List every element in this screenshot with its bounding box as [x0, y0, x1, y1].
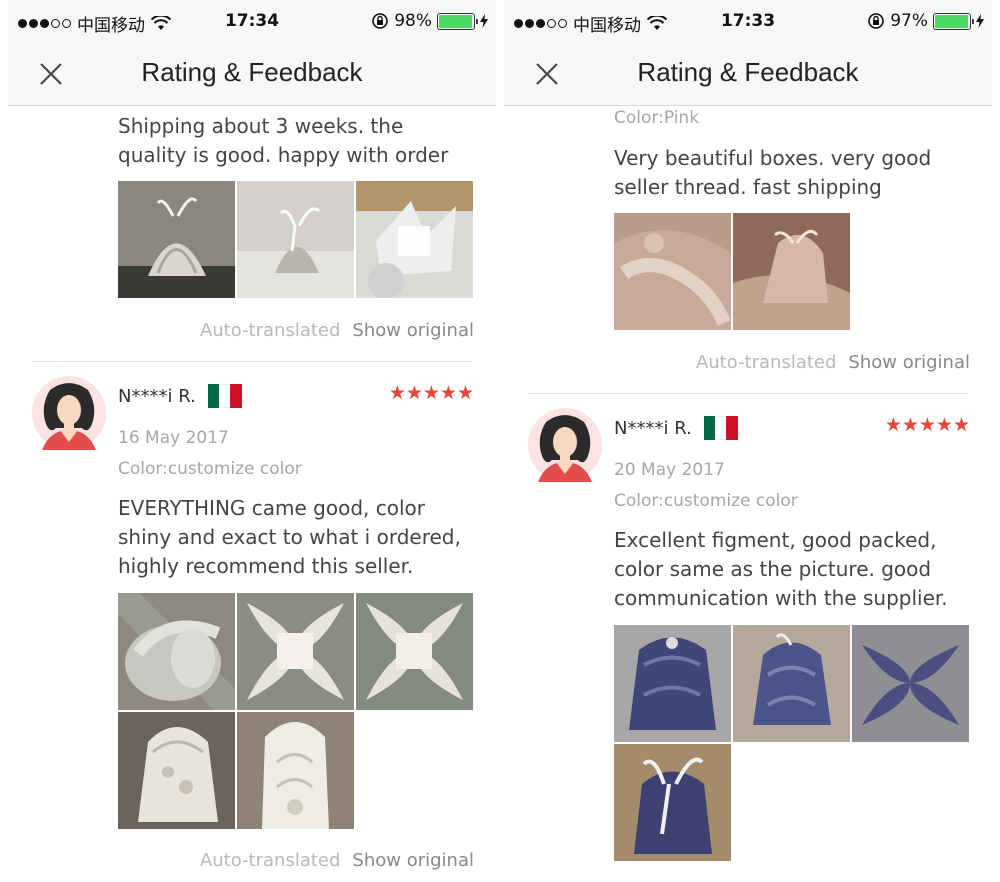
review-photos [118, 181, 473, 298]
translation-bar: Auto-translated Show original [200, 850, 474, 871]
nav-bar: Rating & Feedback [504, 44, 992, 106]
rotation-lock-icon [868, 13, 885, 29]
show-original-link[interactable]: Show original [352, 850, 474, 871]
review-photo[interactable] [852, 625, 969, 742]
auto-translated-label: Auto-translated [199, 850, 341, 871]
status-bar: 中国移动 17:33 97% [504, 0, 992, 44]
review-photo[interactable] [237, 181, 354, 298]
battery-percent: 98% [394, 11, 432, 31]
status-right: 98% [371, 11, 488, 31]
review-photo[interactable] [118, 181, 235, 298]
show-original-link[interactable]: Show original [848, 352, 970, 373]
battery-icon [437, 12, 478, 30]
phone-screen-left: 中国移动 17:34 98% Rating & Feedback Shippin… [8, 0, 496, 882]
star-rating: ★★★★★ [388, 382, 474, 404]
battery-icon [933, 12, 974, 30]
review-photo[interactable] [614, 625, 731, 742]
review-photo[interactable] [733, 625, 850, 742]
mexico-flag-icon [703, 416, 738, 440]
status-bar: 中国移动 17:34 98% [8, 0, 496, 44]
review-color: Color:customize color [614, 491, 798, 511]
review-color: Color:customize color [118, 459, 302, 479]
review-text: Shipping about 3 weeks. the quality is g… [118, 114, 449, 167]
phone-screen-right: 中国移动 17:33 97% Rating & Feedback Color:P… [504, 0, 992, 882]
review-photo[interactable] [237, 712, 354, 829]
avatar [32, 376, 106, 450]
auto-translated-label: Auto-translated [695, 352, 837, 373]
reviewer-name: N****i R. [614, 417, 692, 439]
screens-container: 中国移动 17:34 98% Rating & Feedback Shippin… [0, 0, 1000, 882]
review-photo[interactable] [614, 744, 731, 861]
rotation-lock-icon [372, 13, 389, 29]
review-photos [118, 593, 473, 829]
review-date: 20 May 2017 [614, 460, 725, 480]
page-title: Rating & Feedback [141, 57, 363, 87]
mexico-flag-icon [207, 384, 242, 408]
review-photo[interactable] [118, 593, 235, 710]
translation-bar: Auto-translated Show original [696, 352, 970, 373]
review-photos [614, 625, 969, 861]
battery-percent: 97% [890, 11, 928, 31]
review-photo[interactable] [356, 593, 473, 710]
reviewer-row: N****i R. [614, 416, 738, 440]
review-date: 16 May 2017 [118, 428, 229, 448]
page-title: Rating & Feedback [637, 57, 859, 87]
charging-icon [976, 14, 984, 28]
review-photos [614, 213, 969, 330]
show-original-link[interactable]: Show original [352, 320, 474, 341]
charging-icon [480, 14, 488, 28]
review-text: Excellent figment, good packed, color sa… [614, 528, 948, 610]
review-photo[interactable] [118, 712, 235, 829]
divider [529, 393, 967, 394]
review-text: EVERYTHING came good, color shiny and ex… [118, 496, 461, 578]
translation-bar: Auto-translated Show original [200, 320, 474, 341]
review-photo[interactable] [356, 181, 473, 298]
review-text: Very beautiful boxes. very good seller t… [614, 146, 932, 199]
review-photo[interactable] [614, 213, 731, 330]
review-photo[interactable] [733, 213, 850, 330]
reviewer-name: N****i R. [118, 385, 196, 407]
nav-bar: Rating & Feedback [8, 44, 496, 106]
avatar [528, 408, 602, 482]
status-right: 97% [867, 11, 984, 31]
auto-translated-label: Auto-translated [199, 320, 341, 341]
reviewer-row: N****i R. [118, 384, 242, 408]
star-rating: ★★★★★ [884, 414, 970, 436]
divider [33, 361, 471, 362]
review-color: Color:Pink [614, 108, 700, 128]
review-photo[interactable] [237, 593, 354, 710]
